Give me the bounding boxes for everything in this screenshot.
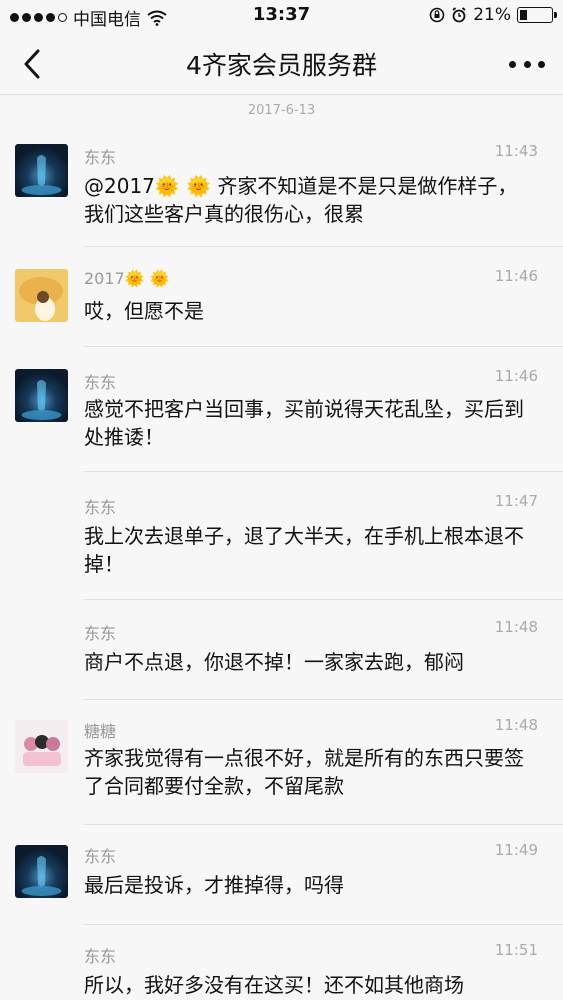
message-text: 感觉不把客户当回事，买前说得天花乱坠，买后到处推诿！ [84, 397, 524, 449]
message-text: 商户不点退，你退不掉！一家家去跑，郁闷 [84, 650, 464, 674]
sender-name: 东东 [84, 498, 117, 517]
message-time: 11:48 [494, 716, 538, 734]
status-bar: 中国电信 13:37 21% [0, 0, 563, 32]
nav-bar: 4齐家会员服务群 [0, 32, 563, 95]
rotation-lock-icon [429, 7, 445, 23]
status-right: 21% [429, 5, 557, 25]
message-item: 东东 11:48 商户不点退，你退不掉！一家家去跑，郁闷 [0, 600, 563, 700]
avatar[interactable] [15, 369, 68, 422]
sender-name: 糖糖 [84, 722, 117, 741]
message-time: 11:46 [494, 367, 538, 385]
message-text: 齐家我觉得有一点很不好，就是所有的东西只要签了合同都要付全款，不留尾款 [84, 746, 524, 798]
sender-name: 东东 [84, 947, 117, 966]
message-text: 我上次去退单子，退了大半天，在手机上根本退不掉！ [84, 524, 524, 576]
message-time: 11:48 [494, 618, 538, 636]
battery-icon [517, 7, 557, 23]
chat-title: 4齐家会员服务群 [186, 51, 377, 80]
message-text: 最后是投诉，才推掉得，吗得 [84, 873, 344, 897]
avatar[interactable] [15, 720, 68, 773]
sender-name: 东东 [84, 847, 117, 866]
message-time: 11:43 [494, 142, 538, 160]
message-text: 哎，但愿不是 [84, 299, 204, 323]
message-time: 11:51 [494, 941, 538, 959]
message-item: 东东 11:43 @2017🌞 🌞 齐家不知道是不是只是做作样子，我们这些客户真… [0, 130, 563, 247]
sender-name: 东东 [84, 624, 117, 643]
avatar[interactable] [15, 269, 68, 322]
alarm-icon [452, 7, 466, 23]
avatar[interactable] [15, 144, 68, 197]
message-time: 11:49 [494, 841, 538, 859]
sender-name: 东东 [84, 373, 117, 392]
date-separator: 2017-6-13 [247, 103, 316, 118]
more-button[interactable] [509, 52, 545, 76]
message-text: @2017🌞 🌞 齐家不知道是不是只是做作样子，我们这些客户真的很伤心，很累 [84, 174, 518, 226]
battery-percent: 21% [473, 5, 511, 25]
sender-name: 东东 [84, 148, 117, 167]
message-text: 所以，我好多没有在这买！还不如其他商场 [84, 973, 464, 997]
more-icon [509, 60, 516, 68]
message-item: 东东 11:51 所以，我好多没有在这买！还不如其他商场 [0, 925, 563, 1000]
message-item: 糖糖 11:48 齐家我觉得有一点很不好，就是所有的东西只要签了合同都要付全款，… [0, 700, 563, 825]
message-item: 2017🌞 🌞 11:46 哎，但愿不是 [0, 247, 563, 347]
avatar[interactable] [15, 845, 68, 898]
sender-name: 2017🌞 🌞 [84, 269, 170, 288]
message-item: 东东 11:46 感觉不把客户当回事，买前说得天花乱坠，买后到处推诿！ [0, 347, 563, 472]
message-time: 11:46 [494, 267, 538, 285]
message-item: 东东 11:49 最后是投诉，才推掉得，吗得 [0, 825, 563, 925]
message-time: 11:47 [494, 492, 538, 510]
message-item: 东东 11:47 我上次去退单子，退了大半天，在手机上根本退不掉！ [0, 472, 563, 600]
